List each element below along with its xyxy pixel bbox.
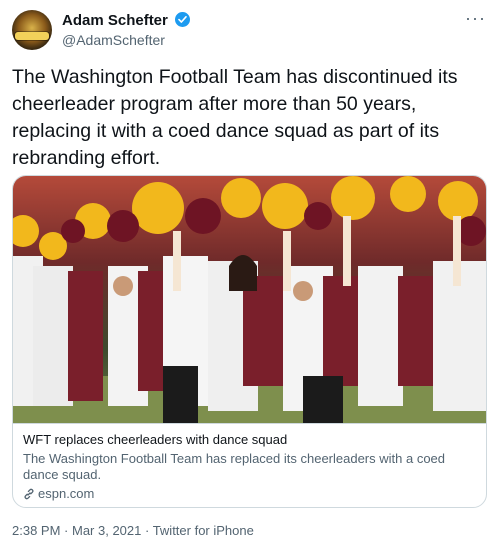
tweet-source[interactable]: Twitter for iPhone	[153, 523, 254, 538]
tweet-metadata: 2:38 PM · Mar 3, 2021 · Twitter for iPho…	[12, 523, 254, 539]
card-description: The Washington Football Team has replace…	[23, 451, 446, 482]
link-icon	[24, 488, 34, 500]
card-title: WFT replaces cheerleaders with dance squ…	[23, 432, 288, 447]
tweet-time[interactable]: 2:38 PM	[12, 523, 60, 538]
card-domain-text: espn.com	[38, 486, 95, 501]
tweet-date[interactable]: Mar 3, 2021	[72, 523, 141, 538]
author-handle[interactable]: @AdamSchefter	[62, 31, 190, 49]
tweet-text: The Washington Football Team has discont…	[12, 66, 458, 169]
avatar[interactable]	[12, 10, 52, 50]
tweet: Adam Schefter @AdamSchefter ··· The Wash…	[0, 0, 500, 553]
more-options-icon[interactable]: ···	[465, 8, 486, 29]
verified-badge-icon	[175, 12, 191, 27]
author-info: Adam Schefter @AdamSchefter	[62, 12, 191, 49]
author-display-name[interactable]: Adam Schefter	[62, 12, 168, 30]
link-card[interactable]: WFT replaces cheerleaders with dance squ…	[12, 175, 487, 508]
card-domain: espn.com	[23, 486, 94, 502]
meta-separator: ·	[141, 523, 153, 538]
card-image	[13, 176, 486, 423]
card-meta: WFT replaces cheerleaders with dance squ…	[13, 423, 486, 507]
meta-separator: ·	[60, 523, 72, 538]
